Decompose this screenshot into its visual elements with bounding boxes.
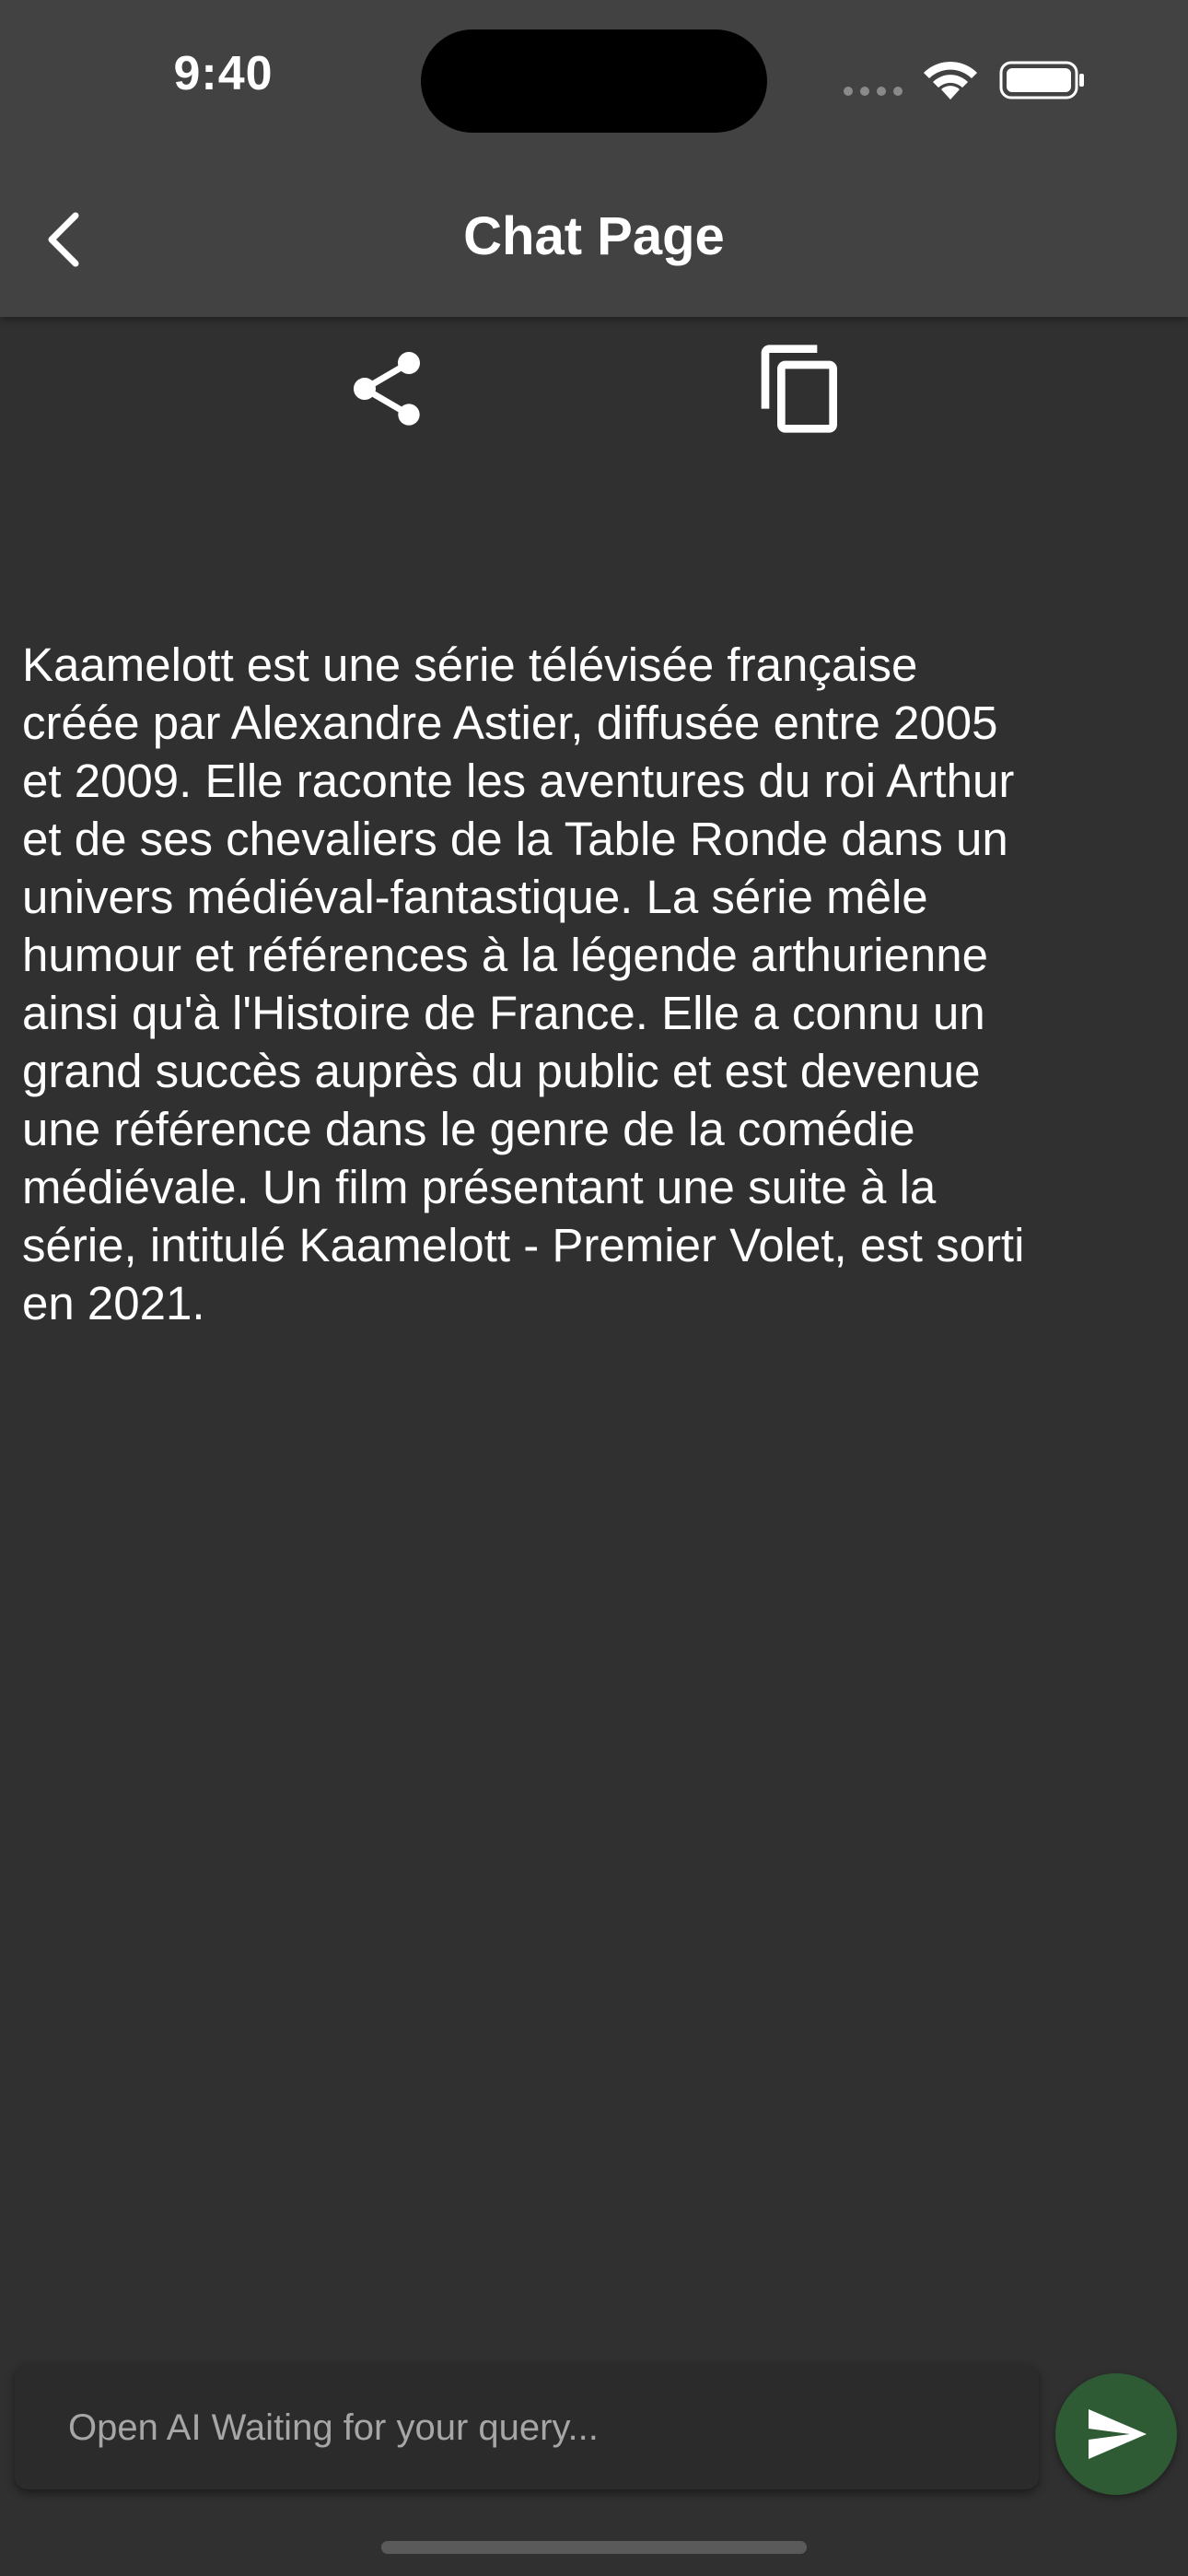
ai-response-text: Kaamelott est une série télévisée frança… xyxy=(22,638,1025,1329)
query-input-container xyxy=(15,2364,1039,2491)
home-indicator xyxy=(381,2541,807,2554)
cellular-signal-icon xyxy=(844,87,903,96)
send-icon xyxy=(1089,2409,1147,2459)
battery-icon xyxy=(999,61,1084,100)
query-input[interactable] xyxy=(66,2364,1009,2491)
wifi-icon xyxy=(924,61,977,100)
back-button[interactable] xyxy=(28,203,101,276)
copy-button[interactable] xyxy=(746,334,856,444)
dynamic-island xyxy=(421,29,767,133)
status-time: 9:40 xyxy=(173,47,274,100)
share-icon xyxy=(354,352,420,426)
page-title: Chat Page xyxy=(463,206,725,266)
copy-icon xyxy=(761,345,837,433)
send-button[interactable] xyxy=(1055,2373,1177,2495)
app-bar: 9:40 Chat Page xyxy=(0,0,1188,317)
share-button[interactable] xyxy=(332,334,442,444)
chevron-left-icon xyxy=(48,212,79,267)
